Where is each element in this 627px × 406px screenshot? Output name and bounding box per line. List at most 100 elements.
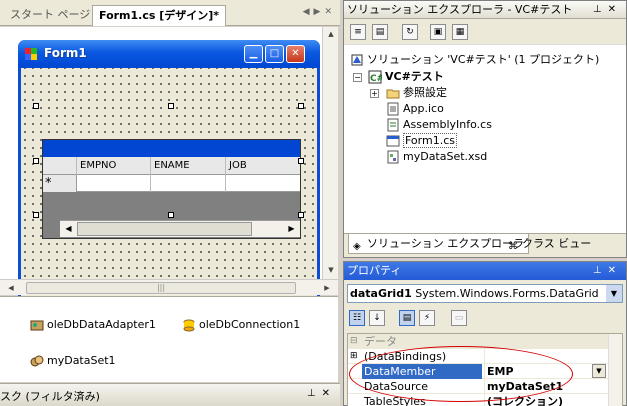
chevron-down-icon[interactable]: ▼ xyxy=(606,285,622,302)
tab-start-page[interactable]: スタート ページ xyxy=(4,5,96,26)
show-all-files-icon[interactable]: ▤ xyxy=(372,24,388,40)
scroll-left-icon[interactable]: ◀ xyxy=(4,281,18,295)
close-button[interactable]: ✕ xyxy=(286,45,305,63)
solution-tab-icon: ◈ xyxy=(353,241,361,252)
tab-form1-design[interactable]: Form1.cs [デザイン]* xyxy=(92,5,227,26)
datagrid-caption xyxy=(43,140,300,157)
scroll-thumb[interactable] xyxy=(77,222,252,236)
component-tray: oleDbDataAdapter1 oleDbConnection1 myDat… xyxy=(0,296,338,382)
tray-item-label: myDataSet1 xyxy=(47,354,116,367)
tray-item-mydataset[interactable]: myDataSet1 xyxy=(30,353,116,369)
scroll-up-arrow-icon[interactable]: ▲ xyxy=(324,27,338,41)
form1-titlebar[interactable]: Form1 ▁ □ ✕ xyxy=(18,40,320,68)
pane-controls[interactable]: ⊥✕ xyxy=(593,1,622,19)
collapse-icon[interactable]: − xyxy=(353,73,362,82)
object-selector-dropdown[interactable]: dataGrid1 System.Windows.Forms.DataGrid … xyxy=(347,284,623,303)
solution-explorer-titlebar: ソリューション エクスプローラ - VC#テスト ⊥✕ xyxy=(344,1,626,19)
xsd-file-icon xyxy=(386,150,400,164)
tree-project-node[interactable]: C#VC#テスト xyxy=(368,69,444,85)
explorer-tab-strip: ◈ ソリューション エクスプローラ ⌘ クラス ビュー xyxy=(344,233,626,257)
resize-handle-n[interactable] xyxy=(168,103,174,109)
column-header-job[interactable]: JOB xyxy=(226,157,300,175)
scroll-right-icon[interactable]: ▶ xyxy=(320,281,334,295)
expand-icon[interactable]: ⊞ xyxy=(350,349,358,364)
designer-horizontal-scrollbar[interactable]: ◀ ||| ▶ xyxy=(0,279,338,295)
new-row-marker: * xyxy=(43,175,77,192)
annotation-red-ellipse xyxy=(349,346,573,402)
datagrid1[interactable]: EMPNO ENAME JOB * ◀ ▶ xyxy=(42,139,301,239)
connection-icon xyxy=(182,318,196,332)
alphabetical-icon[interactable]: ↓ xyxy=(369,310,385,326)
tree-item-form1[interactable]: Form1.cs xyxy=(386,133,457,149)
cell-empno[interactable] xyxy=(77,175,151,192)
tab-navigation-controls[interactable]: ◀▶✕ xyxy=(303,7,336,17)
tree-label: AssemblyInfo.cs xyxy=(403,118,492,131)
resize-handle-sw[interactable] xyxy=(33,212,39,218)
tray-item-label: oleDbDataAdapter1 xyxy=(47,318,156,331)
properties-toolbar: ☷ ↓ ▤ ⚡ ▭ xyxy=(344,306,626,330)
selected-object-type: System.Windows.Forms.DataGrid xyxy=(415,287,599,300)
solution-explorer-title: ソリューション エクスプローラ - VC#テスト xyxy=(347,3,573,16)
tree-label: myDataSet.xsd xyxy=(403,150,488,163)
properties-view-icon[interactable]: ▤ xyxy=(399,310,415,326)
tray-item-oledbdataadapter[interactable]: oleDbDataAdapter1 xyxy=(30,317,156,333)
selected-object-name: dataGrid1 xyxy=(350,287,412,300)
tree-item-assemblyinfo[interactable]: AssemblyInfo.cs xyxy=(386,117,492,133)
events-lightning-icon[interactable]: ⚡ xyxy=(419,310,435,326)
svg-text:C#: C# xyxy=(370,74,382,84)
resize-handle-w[interactable] xyxy=(33,158,39,164)
tree-label: Form1.cs xyxy=(403,133,457,148)
task-list-titlebar: スク (フィルタ済み) ⊥✕ xyxy=(0,383,340,406)
tray-item-label: oleDbConnection1 xyxy=(199,318,301,331)
resize-handle-nw[interactable] xyxy=(33,103,39,109)
resize-handle-ne[interactable] xyxy=(298,103,304,109)
column-header-ename[interactable]: ENAME xyxy=(151,157,226,175)
data-adapter-icon xyxy=(30,318,44,332)
minimize-button[interactable]: ▁ xyxy=(244,45,263,63)
refresh-icon[interactable]: ↻ xyxy=(402,24,418,40)
tree-solution-node[interactable]: ソリューション 'VC#テスト' (1 プロジェクト) xyxy=(350,52,599,68)
column-header-empno[interactable]: EMPNO xyxy=(77,157,151,175)
scroll-down-arrow-icon[interactable]: ▼ xyxy=(324,263,338,277)
categorized-icon[interactable]: ☷ xyxy=(349,310,365,326)
tree-label: App.ico xyxy=(403,102,444,115)
solution-icon xyxy=(350,53,364,67)
datagrid-header-corner xyxy=(43,157,77,175)
datagrid-horizontal-scrollbar[interactable]: ◀ ▶ xyxy=(60,220,300,237)
tree-label: 参照設定 xyxy=(403,86,447,99)
property-grid-scrollbar[interactable] xyxy=(608,334,622,406)
tree-item-app-ico[interactable]: App.ico xyxy=(386,101,444,117)
chevron-down-icon[interactable]: ▼ xyxy=(592,364,606,378)
tab-class-view[interactable]: ⌘ クラス ビュー xyxy=(504,234,595,254)
tree-label: ソリューション 'VC#テスト' (1 プロジェクト) xyxy=(367,53,600,66)
cell-job[interactable] xyxy=(226,175,300,192)
cs-file-icon xyxy=(386,118,400,132)
tray-item-oledbconnection[interactable]: oleDbConnection1 xyxy=(182,317,300,333)
resize-handle-e[interactable] xyxy=(298,158,304,164)
view-designer-icon[interactable]: ▦ xyxy=(452,24,468,40)
property-pages-icon[interactable]: ▭ xyxy=(451,310,467,326)
tab-solution-explorer[interactable]: ◈ ソリューション エクスプローラ xyxy=(348,234,529,254)
designer-vertical-scrollbar[interactable]: ▲ ▼ xyxy=(322,27,338,279)
properties-toolbar-icon[interactable]: ≡ xyxy=(350,24,366,40)
scroll-left-arrow-icon[interactable]: ◀ xyxy=(60,221,77,237)
tree-item-references[interactable]: 参照設定 xyxy=(386,85,447,101)
solution-explorer-panel: ソリューション エクスプローラ - VC#テスト ⊥✕ ≡ ▤ ↻ ▣ ▦ ソリ… xyxy=(343,0,627,258)
csharp-project-icon: C# xyxy=(368,70,384,84)
scroll-right-arrow-icon[interactable]: ▶ xyxy=(283,221,300,237)
designer-scroll-thumb[interactable]: ||| xyxy=(26,282,296,294)
task-list-title: スク (フィルタ済み) xyxy=(0,390,100,403)
tree-item-mydataset-xsd[interactable]: myDataSet.xsd xyxy=(386,149,487,165)
tab-label: クラス ビュー xyxy=(522,237,592,250)
cell-ename[interactable] xyxy=(151,175,226,192)
expand-icon[interactable]: + xyxy=(370,89,379,98)
resize-handle-se[interactable] xyxy=(298,212,304,218)
collapse-icon[interactable]: ⊟ xyxy=(350,334,358,349)
resize-handle-s[interactable] xyxy=(168,212,174,218)
view-code-icon[interactable]: ▣ xyxy=(430,24,446,40)
datagrid-header: EMPNO ENAME JOB xyxy=(43,157,300,175)
maximize-button[interactable]: □ xyxy=(265,45,284,63)
pane-controls[interactable]: ⊥✕ xyxy=(593,262,622,280)
task-list-controls[interactable]: ⊥✕ xyxy=(307,388,336,399)
datagrid-new-row[interactable]: * xyxy=(43,175,300,192)
